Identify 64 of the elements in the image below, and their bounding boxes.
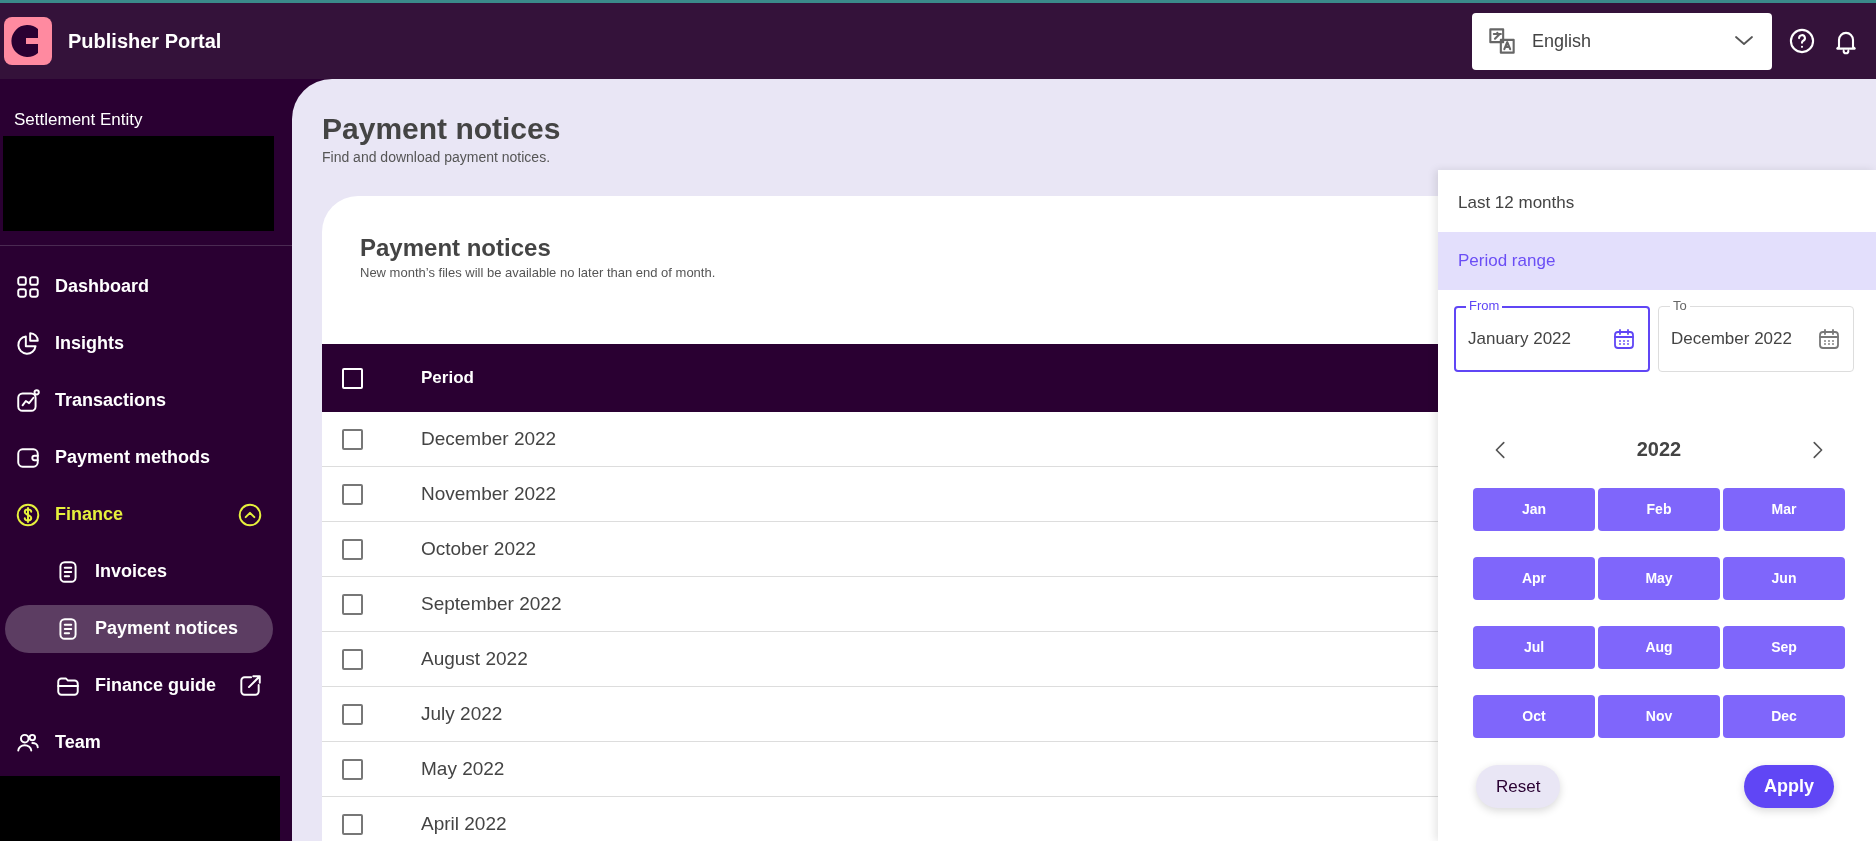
row-checkbox[interactable] [342, 703, 363, 725]
card-subtitle: New month’s files will be available no later than end of month. [360, 263, 716, 282]
field-label: To [1670, 299, 1690, 312]
language-select[interactable]: English [1472, 12, 1772, 70]
calendar-icon [1612, 327, 1636, 351]
column-header: Period [421, 367, 474, 390]
table-cell-text: December 2022 [421, 426, 557, 451]
month-button[interactable]: Dec [1723, 695, 1845, 738]
card-title: Payment notices [360, 234, 551, 263]
period-option[interactable]: Period range [1438, 232, 1876, 290]
sidebar-item[interactable]: Payment notices [5, 604, 273, 653]
month-button[interactable]: Jan [1473, 488, 1595, 531]
app-title: Publisher Portal [68, 29, 222, 54]
table-cell-text: August 2022 [421, 646, 528, 671]
sidebar-item[interactable]: Team [5, 718, 273, 767]
table-cell-text: November 2022 [421, 481, 557, 506]
month-button[interactable]: Apr [1473, 557, 1595, 600]
entity-label: Settlement Entity [13, 109, 144, 131]
page-title: Payment notices [322, 111, 562, 147]
table-cell-text: September 2022 [421, 591, 562, 616]
help-icon [1788, 27, 1816, 55]
sidebar-item[interactable]: Finance [5, 490, 273, 539]
calendar-icon [1817, 327, 1841, 351]
row-checkbox[interactable] [342, 428, 363, 450]
sidebar-item[interactable]: Dashboard [5, 262, 273, 311]
month-button[interactable]: Sep [1723, 626, 1845, 669]
month-button[interactable]: Aug [1598, 626, 1720, 669]
month-button[interactable]: Oct [1473, 695, 1595, 738]
logo-icon [4, 17, 52, 65]
row-checkbox[interactable] [342, 813, 363, 835]
month-button[interactable]: May [1598, 557, 1720, 600]
help-button[interactable] [1788, 27, 1816, 55]
reset-button[interactable]: Reset [1476, 765, 1561, 808]
external-link-icon [237, 672, 263, 699]
year-label: 2022 [1636, 437, 1682, 462]
dollar-icon [15, 501, 41, 528]
table-cell-text: October 2022 [421, 536, 537, 561]
month-button[interactable]: Mar [1723, 488, 1845, 531]
chart-icon [15, 387, 41, 414]
month-button[interactable]: Jul [1473, 626, 1595, 669]
sidebar-item[interactable]: Finance guide [5, 661, 273, 710]
sidebar-item[interactable]: Invoices [5, 547, 273, 596]
page-subtitle: Find and download payment notices. [322, 148, 552, 167]
row-checkbox[interactable] [342, 483, 363, 505]
table-cell-text: April 2022 [421, 811, 507, 836]
field-label: From [1466, 299, 1503, 312]
month-button[interactable]: Feb [1598, 488, 1720, 531]
row-checkbox[interactable] [342, 758, 363, 780]
select-all-checkbox[interactable] [342, 367, 363, 389]
translate-icon [1488, 27, 1516, 55]
month-button[interactable]: Nov [1598, 695, 1720, 738]
apply-button[interactable]: Apply [1744, 765, 1834, 808]
sidebar-item[interactable]: Insights [5, 319, 273, 368]
period-option[interactable]: Last 12 months [1438, 174, 1876, 232]
row-checkbox[interactable] [342, 648, 363, 670]
table-cell-text: July 2022 [421, 701, 503, 726]
table-cell-text: May 2022 [421, 756, 505, 781]
row-checkbox[interactable] [342, 593, 363, 615]
sidebar-item[interactable]: Transactions [5, 376, 273, 425]
pie-chart-icon [15, 330, 41, 357]
grid-icon [15, 273, 41, 300]
month-button[interactable]: Jun [1723, 557, 1845, 600]
row-checkbox[interactable] [342, 538, 363, 560]
sidebar-item[interactable]: Payment methods [5, 433, 273, 482]
